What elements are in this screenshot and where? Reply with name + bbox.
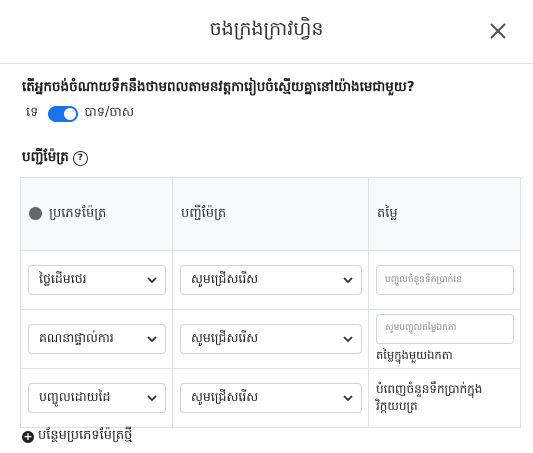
header-meter-list: បញ្ជីម៉ែត្រ xyxy=(172,177,369,251)
meter-type-value: បញ្ចូលដោយដៃ xyxy=(39,388,111,404)
toggle-yes-label: បាទ/ចាស xyxy=(84,105,135,120)
header-value: តម្លៃ xyxy=(368,177,521,251)
cell-value: បញ្ចូលចំនួនទឹកប្រាក់នេ xyxy=(368,250,521,310)
chevron-down-icon xyxy=(343,395,353,402)
meter-list-select[interactable]: សូមជ្រើសរើស xyxy=(180,265,362,295)
cell-meter-type: គណនាផ្ទាល់ការ xyxy=(20,309,173,369)
table-row: គណនាផ្ទាល់ការ សូមជ្រើសរើស សូមបញ្ចូលតម្លៃ… xyxy=(20,309,521,369)
meter-type-select[interactable]: ថ្លៃដើមថេរ xyxy=(28,265,166,295)
meter-type-select[interactable]: គណនាផ្ទាល់ការ xyxy=(28,324,166,354)
cell-value: សូមបញ្ចូលតម្លៃឯកតា តម្លៃក្នុងមួយឯកតា xyxy=(368,309,521,369)
table-row: បញ្ចូលដោយដៃ សូមជ្រើសរើស បំពេញចំនួនទឹកប្រ… xyxy=(20,368,521,428)
meter-list-label: បញ្ជីម៉ែត្រ ? xyxy=(22,148,88,168)
chevron-down-icon xyxy=(147,336,157,343)
cell-value: បំពេញចំនួនទឹកប្រាក់ក្នុងវិក្កយបត្រ xyxy=(368,368,521,428)
toggle-no-label: ទេ xyxy=(26,105,39,120)
header-value-label: តម្លៃ xyxy=(377,205,398,221)
help-icon[interactable]: ? xyxy=(72,150,88,166)
meter-list-value: សូមជ្រើសរើស xyxy=(191,329,259,345)
cell-meter-type: បញ្ចូលដោយដៃ xyxy=(20,368,173,428)
meter-list-value: សូមជ្រើសរើស xyxy=(191,388,259,404)
header-meter-list-label: បញ្ជីម៉ែត្រ xyxy=(181,205,227,221)
add-meter-type-button[interactable]: + បន្ថែមប្រភេទម៉ែត្រថ្មី xyxy=(22,427,132,446)
chevron-down-icon xyxy=(147,395,157,402)
chevron-down-icon xyxy=(343,277,353,284)
amount-input[interactable]: បញ្ចូលចំនួនទឹកប្រាក់នេ xyxy=(376,265,514,295)
cell-meter-list: សូមជ្រើសរើស xyxy=(172,368,369,428)
chevron-down-icon xyxy=(343,336,353,343)
meters-table: ប្រភេទម៉ែត្រ បញ្ជីម៉ែត្រ តម្លៃ ថ្លៃដើមថេ… xyxy=(20,177,521,428)
table-header-row: ប្រភេទម៉ែត្រ បញ្ជីម៉ែត្រ តម្លៃ xyxy=(20,177,521,251)
split-toggle-switch[interactable] xyxy=(48,105,79,122)
cell-meter-list: សូមជ្រើសរើស xyxy=(172,250,369,310)
modal-header: ចងក្រងក្រាវហ្វិន xyxy=(0,0,533,64)
modal-title: ចងក្រងក្រាវហ្វិន xyxy=(209,18,324,40)
meter-list-select[interactable]: សូមជ្រើសរើស xyxy=(180,324,362,354)
split-toggle-row: ទេ បាទ/ចាស xyxy=(26,104,134,123)
meter-type-select[interactable]: បញ្ចូលដោយដៃ xyxy=(28,383,166,413)
add-meter-type-label: បន្ថែមប្រភេទម៉ែត្រថ្មី xyxy=(38,428,133,443)
cell-meter-type: ថ្លៃដើមថេរ xyxy=(20,250,173,310)
cell-meter-list: សូមជ្រើសរើស xyxy=(172,309,369,369)
meter-list-label-text: បញ្ជីម៉ែត្រ xyxy=(22,149,69,165)
meter-type-value: ថ្លៃដើមថេរ xyxy=(39,270,87,286)
meter-list-select[interactable]: សូមជ្រើសរើស xyxy=(180,383,362,413)
unit-price-input[interactable]: សូមបញ្ចូលតម្លៃឯកតា xyxy=(376,313,514,344)
close-icon[interactable] xyxy=(487,20,509,42)
header-meter-type-label: ប្រភេទម៉ែត្រ xyxy=(49,205,107,221)
table-row: ថ្លៃដើមថេរ សូមជ្រើសរើស បញ្ចូលចំនួនទឹកប្រ… xyxy=(20,250,521,310)
unit-price-label: តម្លៃក្នុងមួយឯកតា xyxy=(376,347,453,362)
meter-type-value: គណនាផ្ទាល់ការ xyxy=(39,329,114,345)
invoice-amount-note: បំពេញចំនួនទឹកប្រាក់ក្នុងវិក្កយបត្រ xyxy=(376,382,483,413)
chevron-down-icon xyxy=(147,277,157,284)
split-question: តើអ្នកចង់ចំណាយទឹកនឹងថាមពលតាមនវត្តការៀបចំ… xyxy=(22,79,415,95)
header-meter-type: ប្រភេទម៉ែត្រ xyxy=(20,177,173,251)
plus-circle-icon: + xyxy=(22,429,34,443)
meter-list-value: សូមជ្រើសរើស xyxy=(191,270,259,286)
meter-type-icon xyxy=(29,206,42,220)
